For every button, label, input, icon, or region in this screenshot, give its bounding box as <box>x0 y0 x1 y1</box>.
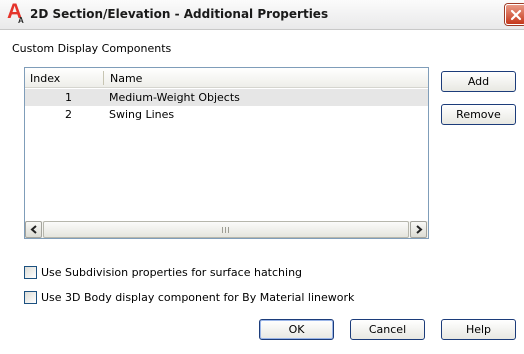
horizontal-scrollbar[interactable] <box>25 221 428 238</box>
ok-button[interactable]: OK <box>259 319 334 340</box>
subdivision-checkbox[interactable] <box>24 266 37 279</box>
custom-display-components-label: Custom Display Components <box>12 42 172 55</box>
subdivision-label[interactable]: Use Subdivision properties for surface h… <box>41 266 302 279</box>
column-divider[interactable] <box>103 71 104 85</box>
column-header-name[interactable]: Name <box>110 72 142 85</box>
row-name: Medium-Weight Objects <box>109 91 240 104</box>
add-button[interactable]: Add <box>441 71 516 92</box>
list-row[interactable]: 2 Swing Lines <box>25 106 428 123</box>
body-component-checkbox[interactable] <box>24 291 37 304</box>
window-title: 2D Section/Elevation - Additional Proper… <box>30 7 329 21</box>
row-index: 2 <box>65 108 72 121</box>
arrow-left-icon <box>30 225 37 234</box>
scroll-left-button[interactable] <box>25 221 42 238</box>
help-button[interactable]: Help <box>441 319 516 340</box>
close-icon <box>510 9 522 21</box>
components-list[interactable]: Index Name 1 Medium-Weight Objects 2 Swi… <box>24 67 429 239</box>
row-index: 1 <box>65 91 72 104</box>
row-name: Swing Lines <box>109 108 175 121</box>
cancel-button[interactable]: Cancel <box>350 319 425 340</box>
autocad-app-icon: AA <box>7 0 24 26</box>
scrollbar-thumb[interactable] <box>43 221 409 238</box>
arrow-right-icon <box>416 225 423 234</box>
close-button[interactable] <box>505 4 524 25</box>
remove-button[interactable]: Remove <box>441 104 516 125</box>
body-component-label[interactable]: Use 3D Body display component for By Mat… <box>41 291 354 304</box>
scroll-right-button[interactable] <box>410 221 427 238</box>
title-bar: AA 2D Section/Elevation - Additional Pro… <box>0 0 524 30</box>
list-row[interactable]: 1 Medium-Weight Objects <box>25 89 428 106</box>
list-header: Index Name <box>25 68 428 88</box>
column-header-index[interactable]: Index <box>30 72 60 85</box>
grip-icon <box>222 227 231 233</box>
